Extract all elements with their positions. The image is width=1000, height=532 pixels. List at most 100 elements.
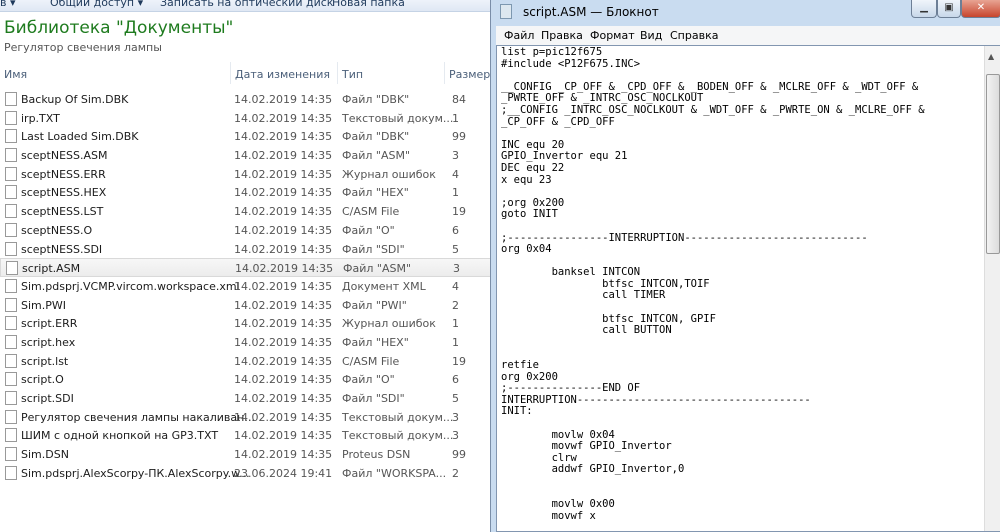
file-icon <box>5 465 17 480</box>
file-type: Файл "O" <box>342 223 395 237</box>
file-date: 14.02.2019 14:35 <box>234 335 333 349</box>
file-row[interactable]: Sim.PWI 14.02.2019 14:35 Файл "PWI" 2 <box>0 296 495 315</box>
file-type: Файл "HEX" <box>342 335 409 349</box>
file-row[interactable]: sceptNESS.O 14.02.2019 14:35 Файл "O" 6 <box>0 221 495 240</box>
file-name: sceptNESS.SDI <box>21 242 103 256</box>
notepad-window: script.ASM — Блокнот ▁ ▣ ✕ Файл Правка Ф… <box>490 0 1000 532</box>
file-list: Backup Of Sim.DBK 14.02.2019 14:35 Файл … <box>0 90 495 482</box>
file-row[interactable]: script.O 14.02.2019 14:35 Файл "O" 6 <box>0 370 495 389</box>
code-text[interactable]: list p=pic12f675 #include <P12F675.INC> __… <box>501 46 925 522</box>
column-date[interactable]: Дата изменения <box>235 68 330 81</box>
file-row[interactable]: script.lst 14.02.2019 14:35 C/ASM File 1… <box>0 352 495 371</box>
file-size: 19 <box>452 354 466 368</box>
file-name: sceptNESS.ASM <box>21 149 108 163</box>
column-size[interactable]: Размер <box>449 68 490 81</box>
text-file-icon <box>6 261 18 276</box>
log-file-icon <box>5 316 17 331</box>
menu-help[interactable]: Справка <box>670 29 718 42</box>
file-date: 14.02.2019 14:35 <box>234 392 333 405</box>
file-name: sceptNESS.ERR <box>21 167 106 181</box>
column-name[interactable]: Имя <box>4 68 27 81</box>
file-name: ШИМ с одной кнопкой на GP3.TXT <box>21 429 219 443</box>
file-size: 4 <box>452 279 459 293</box>
file-row[interactable]: script.SDI 14.02.2019 14:35 Файл "SDI" 5 <box>0 389 495 408</box>
proteus-icon <box>5 447 17 462</box>
file-type: Журнал ошибок <box>342 317 436 331</box>
code-line: movwf x <box>501 509 596 522</box>
toolbar-organize-button[interactable]: в ▾ <box>0 0 16 9</box>
file-row[interactable]: sceptNESS.ASM 14.02.2019 14:35 Файл "ASM… <box>0 146 495 165</box>
file-size: 6 <box>452 223 459 237</box>
file-icon <box>5 372 17 387</box>
menu-edit[interactable]: Правка <box>541 29 583 42</box>
file-name: Регулятор свечения лампы накаливан... <box>21 410 255 424</box>
file-row[interactable]: sceptNESS.ERR 14.02.2019 14:35 Журнал ош… <box>0 165 495 184</box>
file-row[interactable]: sceptNESS.HEX 14.02.2019 14:35 Файл "HEX… <box>0 183 495 202</box>
code-line: GPIO_Invertor equ 21 <box>501 150 628 163</box>
file-row[interactable]: ШИМ с одной кнопкой на GP3.TXT 14.02.201… <box>0 426 495 445</box>
scroll-up-arrow-icon[interactable]: ▲ <box>988 52 994 61</box>
file-row[interactable]: Last Loaded Sim.DBK 14.02.2019 14:35 Фай… <box>0 127 495 146</box>
text-file-icon <box>5 148 17 163</box>
file-size: 1 <box>452 317 459 331</box>
file-type: Журнал ошибок <box>342 167 436 181</box>
file-row[interactable]: script.hex 14.02.2019 14:35 Файл "HEX" 1 <box>0 333 495 352</box>
text-file-icon <box>5 428 17 443</box>
menu-file[interactable]: Файл <box>504 29 534 42</box>
column-type[interactable]: Тип <box>342 68 363 81</box>
file-name: script.SDI <box>21 392 74 405</box>
code-line: call TIMER <box>501 289 666 302</box>
maximize-button[interactable]: ▣ <box>937 0 961 18</box>
file-icon <box>5 129 17 144</box>
file-type: Текстовый докум... <box>342 111 454 125</box>
menu-format[interactable]: Формат <box>590 29 635 42</box>
file-icon <box>5 297 17 312</box>
file-type: Файл "SDI" <box>342 242 405 256</box>
code-line: list p=pic12f675 <box>501 46 603 58</box>
menu-view[interactable]: Вид <box>640 29 662 42</box>
file-date: 14.02.2019 14:35 <box>234 429 333 443</box>
file-row[interactable]: Sim.pdsprj.AlexScorpy-ПК.AlexScorpy.w...… <box>0 464 495 483</box>
toolbar-new-folder-button[interactable]: Новая папка <box>332 0 405 9</box>
library-subtitle[interactable]: Регулятор свечения лампы <box>4 41 162 54</box>
file-date: 14.02.2019 14:35 <box>234 298 333 312</box>
file-size: 99 <box>452 448 466 462</box>
file-row[interactable]: sceptNESS.LST 14.02.2019 14:35 C/ASM Fil… <box>0 202 495 221</box>
close-button[interactable]: ✕ <box>961 0 1000 18</box>
toolbar-burn-button[interactable]: Записать на оптический диск <box>160 0 333 9</box>
toolbar-share-button[interactable]: Общий доступ ▾ <box>50 0 143 9</box>
code-line: INIT: <box>501 405 533 418</box>
file-row[interactable]: Sim.DSN 14.02.2019 14:35 Proteus DSN 99 <box>0 445 495 464</box>
file-row[interactable]: Регулятор свечения лампы накаливан... 14… <box>0 408 495 427</box>
file-date: 14.02.2019 14:35 <box>234 111 333 125</box>
file-size: 5 <box>452 242 459 256</box>
notepad-text-area[interactable]: list p=pic12f675 #include <P12F675.INC> __… <box>496 45 1000 532</box>
file-row[interactable]: irp.TXT 14.02.2019 14:35 Текстовый докум… <box>0 109 495 128</box>
notepad-titlebar[interactable]: script.ASM — Блокнот ▁ ▣ ✕ <box>491 0 1000 24</box>
file-row[interactable]: script.ERR 14.02.2019 14:35 Журнал ошибо… <box>0 314 495 333</box>
file-date: 14.02.2019 14:35 <box>234 93 333 106</box>
file-size: 84 <box>452 93 466 106</box>
file-row[interactable]: sceptNESS.SDI 14.02.2019 14:35 Файл "SDI… <box>0 240 495 259</box>
file-date: 14.02.2019 14:35 <box>234 167 333 181</box>
file-type: Файл "SDI" <box>342 392 405 405</box>
file-row[interactable]: Sim.pdsprj.VCMP.vircom.workspace.xml 14.… <box>0 277 495 296</box>
file-name: Sim.PWI <box>21 298 67 312</box>
file-row[interactable]: Backup Of Sim.DBK 14.02.2019 14:35 Файл … <box>0 90 495 109</box>
scrollbar-thumb[interactable] <box>986 74 1000 254</box>
file-name: Sim.pdsprj.VCMP.vircom.workspace.xml <box>21 279 240 293</box>
file-icon <box>5 222 17 237</box>
hex-file-icon <box>5 185 17 200</box>
file-name: script.ERR <box>21 317 78 331</box>
file-name: Last Loaded Sim.DBK <box>21 130 139 144</box>
file-size: 3 <box>452 429 459 443</box>
column-headers: Имя Дата изменения Тип Размер <box>0 62 495 84</box>
file-name: Sim.pdsprj.AlexScorpy-ПК.AlexScorpy.w... <box>21 466 250 480</box>
minimize-button[interactable]: ▁ <box>911 0 937 18</box>
file-name: sceptNESS.HEX <box>21 186 107 200</box>
file-row[interactable]: script.ASM 14.02.2019 14:35 Файл "ASM" 3 <box>0 258 495 277</box>
hex-file-icon <box>5 334 17 349</box>
vertical-scrollbar[interactable]: ▲ <box>984 46 1000 531</box>
